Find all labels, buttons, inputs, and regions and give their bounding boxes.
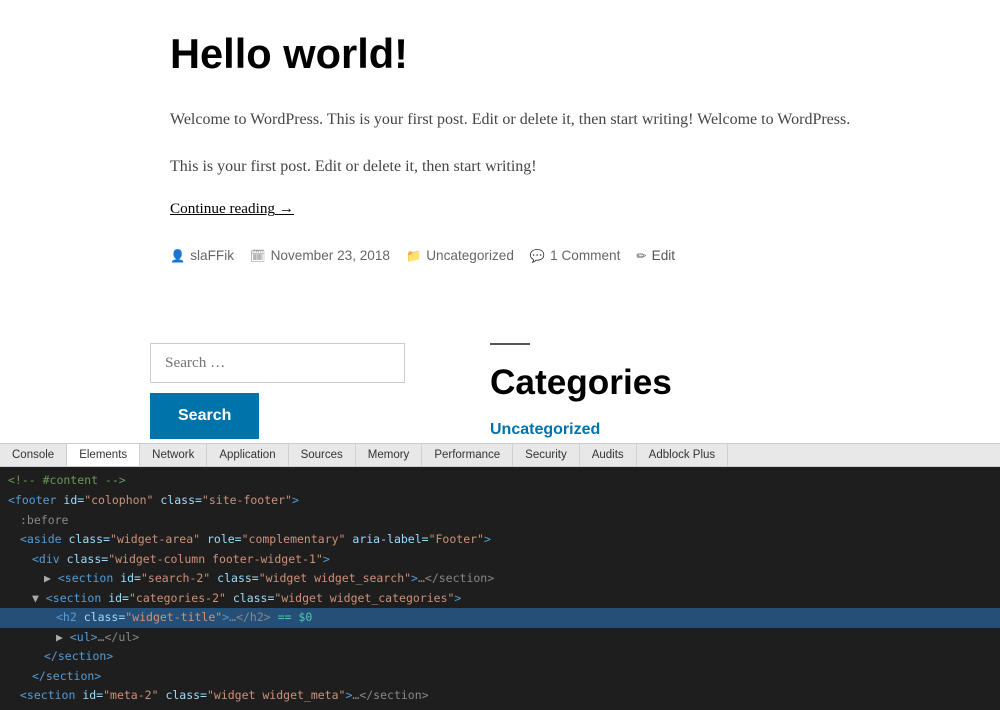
search-button[interactable]: Search (150, 393, 259, 439)
edit-icon: ✏ (636, 249, 646, 263)
devtools-line: :before (20, 511, 992, 531)
devtools-content: <!-- #content --> <footer id="colophon" … (0, 467, 1000, 710)
devtools-line: </section> (44, 647, 992, 667)
main-content: Hello world! Welcome to WordPress. This … (20, 0, 980, 323)
tab-performance[interactable]: Performance (422, 444, 513, 466)
search-widget: Search (150, 343, 410, 439)
meta-comments: 💬 1 Comment (530, 248, 621, 263)
post-title: Hello world! (170, 30, 940, 78)
tab-elements[interactable]: Elements (67, 444, 140, 467)
tab-adblock-plus[interactable]: Adblock Plus (637, 444, 728, 466)
devtools-line: <aside class="widget-area" role="complem… (20, 530, 992, 550)
categories-title: Categories (490, 363, 672, 403)
search-input[interactable] (150, 343, 405, 383)
devtools-line-highlighted: <h2 class="widget-title">…</h2> == $0 (0, 608, 1000, 628)
meta-edit: ✏ Edit (636, 248, 675, 263)
devtools-panel: Console Elements Network Application Sou… (0, 443, 1000, 710)
tab-audits[interactable]: Audits (580, 444, 637, 466)
tab-security[interactable]: Security (513, 444, 580, 466)
devtools-line: <footer id="colophon" class="site-footer… (8, 491, 992, 511)
tab-console[interactable]: Console (0, 444, 67, 466)
category-uncategorized-link[interactable]: Uncategorized (490, 421, 600, 438)
meta-date: 🗓 November 23, 2018 (250, 248, 390, 263)
meta-author: 👤 slaFFik (170, 248, 234, 263)
devtools-line: </section> (32, 667, 992, 687)
categories-divider (490, 343, 530, 345)
tab-network[interactable]: Network (140, 444, 207, 466)
devtools-tabs: Console Elements Network Application Sou… (0, 444, 1000, 467)
date-icon: 🗓 (250, 249, 266, 263)
devtools-line: <div class="widget-column footer-widget-… (32, 550, 992, 570)
continue-reading-link[interactable]: Continue reading → (170, 200, 294, 218)
tab-memory[interactable]: Memory (356, 444, 423, 466)
post-body-line2: This is your first post. Edit or delete … (170, 153, 940, 180)
tab-sources[interactable]: Sources (289, 444, 356, 466)
meta-category: 📁 Uncategorized (406, 248, 514, 263)
tab-application[interactable]: Application (207, 444, 288, 466)
devtools-line: <section id="meta-2" class="widget widge… (20, 686, 992, 706)
devtools-line: ▶ <ul>…</ul> (56, 628, 992, 648)
devtools-line: ▼ <section id="categories-2" class="widg… (32, 589, 992, 609)
categories-widget: Categories Uncategorized (490, 343, 672, 439)
bottom-section: Search Categories Uncategorized (0, 323, 1000, 459)
category-icon: 📁 (406, 249, 421, 263)
devtools-line: ▶ <section id="search-2" class="widget w… (44, 569, 992, 589)
author-icon: 👤 (170, 249, 185, 263)
post-meta: 👤 slaFFik 🗓 November 23, 2018 📁 Uncatego… (170, 248, 940, 263)
post-body-line1: Welcome to WordPress. This is your first… (170, 106, 940, 133)
devtools-line: <!-- #content --> (8, 471, 992, 491)
comment-icon: 💬 (530, 249, 545, 263)
edit-link[interactable]: Edit (652, 248, 675, 263)
category-link[interactable]: Uncategorized (426, 248, 514, 263)
